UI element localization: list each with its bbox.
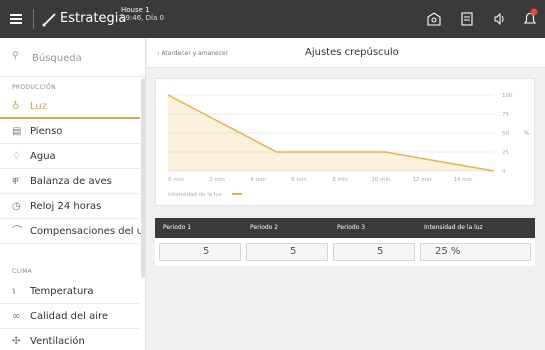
column-header: Periodo 1 <box>163 224 192 231</box>
y-tick-label: 0 <box>502 169 506 175</box>
divider <box>0 76 146 77</box>
x-tick-label: 4 min <box>250 177 266 183</box>
speaker-icon[interactable] <box>490 9 510 29</box>
period-2-field[interactable] <box>246 243 328 261</box>
feed-icon: ▤ <box>12 126 22 137</box>
search-box[interactable] <box>8 48 138 68</box>
section-label-climate: CLIMA <box>12 268 33 275</box>
house-time: 09:46, Día 0 <box>121 14 164 22</box>
period-3-value: 5 <box>377 246 384 257</box>
sidebar-item-label: Balanza de aves <box>30 176 112 187</box>
home-icon[interactable] <box>424 9 444 29</box>
back-link-label: Atardecer y amanecer <box>161 50 229 57</box>
sidebar-item-label: Calidad del aire <box>30 311 109 322</box>
document-icon[interactable] <box>457 9 477 29</box>
sidebar-item-label: Pienso <box>30 126 63 137</box>
sidebar-item-temperatura[interactable]: ℩ Temperatura <box>0 279 140 304</box>
sidebar-item-label: Luz <box>30 101 47 112</box>
column-header: Periodo 2 <box>250 224 279 231</box>
sidebar-item-label: Temperatura <box>30 286 94 297</box>
periods-table: Periodo 1 Periodo 2 Periodo 3 Intensidad… <box>155 218 535 266</box>
search-icon: ⚲ <box>12 51 19 61</box>
water-drop-icon: ♢ <box>12 151 21 162</box>
section-label-production: PRODUCCIÓN <box>12 84 56 91</box>
x-tick-label: 0 min <box>168 177 184 183</box>
ventilation-icon: ✣ <box>12 336 21 347</box>
bulb-icon: ♁ <box>12 101 20 112</box>
bell-alarm-icon[interactable] <box>518 6 542 30</box>
period-2-value: 5 <box>290 246 297 257</box>
y-tick-label: 100 <box>502 93 513 99</box>
x-tick-label: 8 min <box>332 177 348 183</box>
y-axis-label: % <box>524 130 530 137</box>
period-1-value: 5 <box>203 246 210 257</box>
sidebar-item-luz[interactable]: ♁ Luz <box>0 94 140 119</box>
period-1-field[interactable] <box>159 243 241 261</box>
sidebar-item-balanza[interactable]: ቐ Balanza de aves <box>0 169 140 194</box>
air-quality-icon: ∞ <box>12 311 21 322</box>
sidebar-item-compensaciones[interactable]: ⌒ Compensaciones del u... <box>0 219 142 244</box>
table-header: Periodo 1 Periodo 2 Periodo 3 Intensidad… <box>155 218 535 238</box>
house-name: House 1 <box>121 6 150 14</box>
sidebar-item-label: Ventilación <box>30 336 85 347</box>
top-bar: Estrategia House 1 09:46, Día 0 <box>0 0 545 38</box>
sidebar: ⚲ PRODUCCIÓN ♁ Luz ▤ Pienso ♢ Agua ቐ Bal… <box>0 38 146 350</box>
chart-card: 100 75 50 25 0% 0 min 2 min 4 min 6 min 8 min 10 m… <box>155 78 535 206</box>
column-header: Periodo 3 <box>337 224 366 231</box>
legend-label: Intensidad de la luz <box>168 192 222 198</box>
bird-scale-icon: ቐ <box>12 176 19 187</box>
light-intensity-chart: 100 75 50 25 0% 0 min 2 min 4 min 6 min 8 min 10 m… <box>167 93 530 198</box>
clock-icon: ◷ <box>12 201 21 212</box>
sidebar-item-label: Compensaciones del u... <box>30 226 142 237</box>
x-tick-label: 6 min <box>291 177 307 183</box>
x-tick-label: 10 min <box>371 177 391 183</box>
y-tick-label: 75 <box>502 112 509 118</box>
x-tick-label: 14 min <box>453 177 473 183</box>
search-input[interactable] <box>8 48 138 68</box>
column-header: Intensidad de la luz <box>424 224 483 231</box>
sidebar-scrollbar[interactable] <box>141 78 145 278</box>
compensation-icon: ⌒ <box>12 226 22 237</box>
light-intensity-value: 25 % <box>435 246 461 257</box>
sidebar-item-calidad-aire[interactable]: ∞ Calidad del aire <box>0 304 140 329</box>
period-3-field[interactable] <box>333 243 415 261</box>
sidebar-item-reloj[interactable]: ◷ Reloj 24 horas <box>0 194 140 219</box>
page-title: Ajustes crepúsculo <box>305 47 399 58</box>
sidebar-item-pienso[interactable]: ▤ Pienso <box>0 119 140 144</box>
menu-icon[interactable] <box>8 10 26 28</box>
sidebar-item-label: Agua <box>30 151 56 162</box>
back-link[interactable]: ‹ Atardecer y amanecer <box>157 50 228 57</box>
app-title: Estrategia <box>60 11 127 26</box>
strategy-logo-icon <box>42 13 56 27</box>
x-tick-label: 12 min <box>412 177 432 183</box>
sidebar-item-ventilacion[interactable]: ✣ Ventilación <box>0 329 140 350</box>
sidebar-item-agua[interactable]: ♢ Agua <box>0 144 140 169</box>
y-tick-label: 25 <box>502 150 509 156</box>
header-divider <box>33 9 34 29</box>
x-tick-label: 2 min <box>209 177 225 183</box>
y-tick-label: 50 <box>502 131 509 137</box>
thermometer-icon: ℩ <box>12 286 16 297</box>
sidebar-item-label: Reloj 24 horas <box>30 201 102 212</box>
